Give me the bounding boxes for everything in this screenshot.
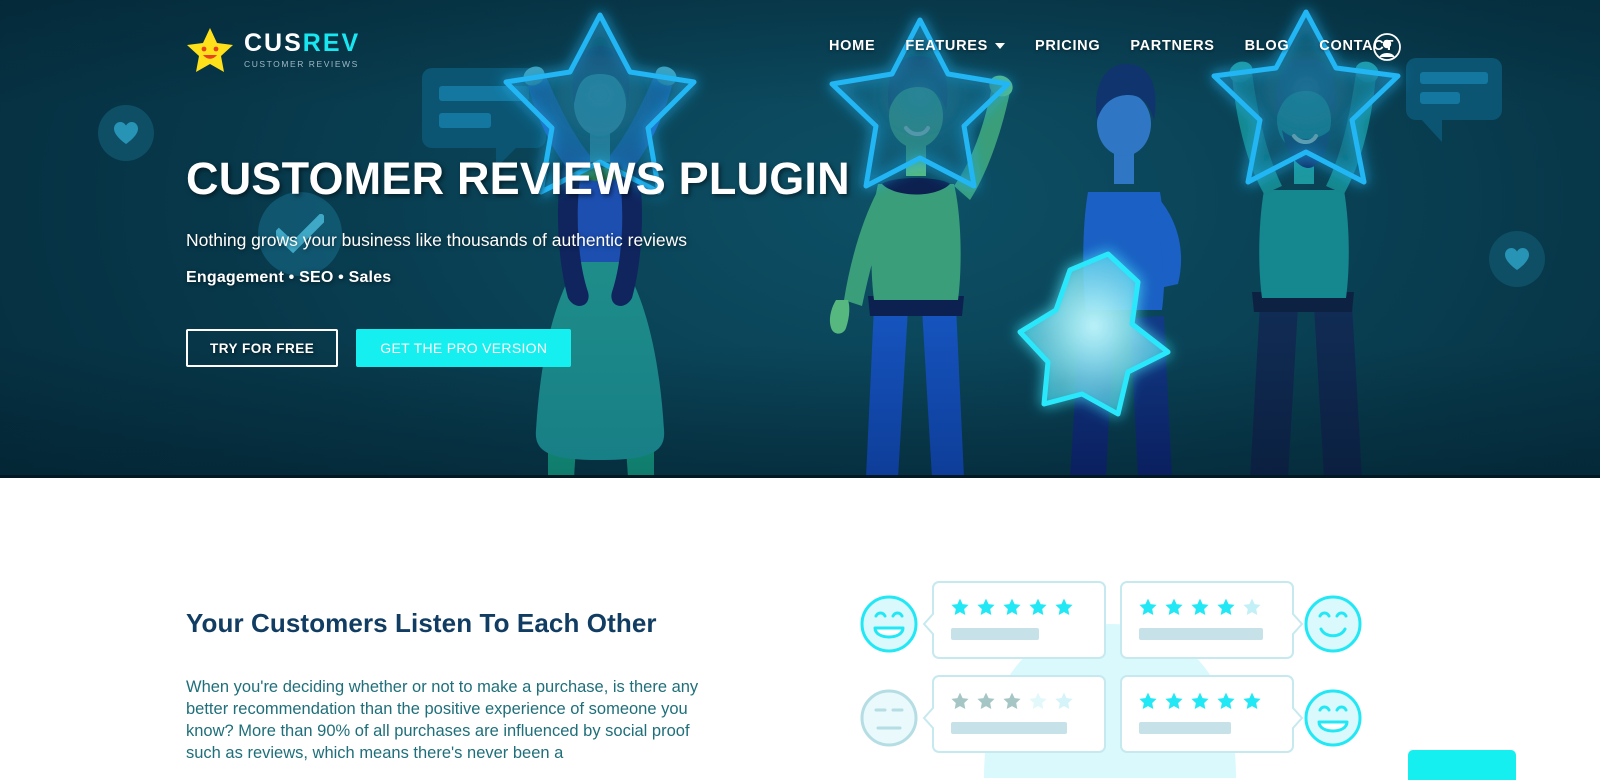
get-pro-version-button[interactable]: GET THE PRO VERSION bbox=[356, 329, 572, 368]
hero-copy: CUSTOMER REVIEWS PLUGIN Nothing grows yo… bbox=[186, 153, 850, 368]
nav-label: PARTNERS bbox=[1130, 38, 1215, 54]
nav-item-pricing[interactable]: PRICING bbox=[1035, 38, 1100, 54]
nav-item-home[interactable]: HOME bbox=[829, 38, 875, 54]
hero-section: CUSREV CUSTOMER REVIEWS HOME FEATURES PR… bbox=[0, 0, 1600, 478]
hero-divider bbox=[0, 475, 1600, 478]
chevron-down-icon bbox=[995, 43, 1005, 49]
heart-circle-left bbox=[98, 105, 154, 161]
reviews-illustration bbox=[845, 566, 1375, 778]
nav-item-partners[interactable]: PARTNERS bbox=[1130, 38, 1214, 54]
hero-title: CUSTOMER REVIEWS PLUGIN bbox=[186, 153, 850, 204]
floating-cta-button[interactable] bbox=[1408, 750, 1516, 780]
logo-tagline: CUSTOMER REVIEWS bbox=[244, 59, 359, 70]
review-card-bottom-left bbox=[922, 675, 1106, 753]
nav-label: FEATURES bbox=[905, 38, 988, 54]
review-text-placeholder bbox=[1139, 628, 1263, 640]
star-logo-icon bbox=[187, 28, 233, 72]
review-card-top-left bbox=[922, 581, 1106, 659]
hero-tagline: Engagement • SEO • Sales bbox=[186, 269, 392, 287]
nav-label: HOME bbox=[829, 38, 876, 54]
nav-item-features[interactable]: FEATURES bbox=[905, 38, 1005, 54]
review-card-top-right bbox=[1120, 581, 1304, 659]
review-text-placeholder bbox=[951, 628, 1039, 640]
user-account-icon bbox=[1373, 33, 1401, 61]
face-grin-top-left bbox=[860, 595, 918, 653]
hero-cta-group: TRY FOR FREE GET THE PRO VERSION bbox=[186, 329, 850, 368]
site-header: CUSREV CUSTOMER REVIEWS HOME FEATURES PR… bbox=[0, 0, 1600, 88]
review-card-bottom-right bbox=[1120, 675, 1304, 753]
nav-item-blog[interactable]: BLOG bbox=[1245, 38, 1290, 54]
face-neutral-bottom-left bbox=[860, 689, 918, 747]
nav-label: BLOG bbox=[1244, 38, 1290, 54]
try-for-free-button[interactable]: TRY FOR FREE bbox=[186, 329, 339, 368]
section-body: When you're deciding whether or not to m… bbox=[186, 678, 699, 762]
nav-label: PRICING bbox=[1035, 38, 1101, 54]
section-title: Your Customers Listen To Each Other bbox=[186, 608, 657, 638]
content-section: Your Customers Listen To Each Other When… bbox=[0, 478, 1600, 778]
main-navigation: HOME FEATURES PRICING PARTNERS BLOG CONT… bbox=[829, 38, 1394, 54]
review-text-placeholder bbox=[951, 722, 1067, 734]
section-text-block: Your Customers Listen To Each Other When… bbox=[186, 608, 716, 765]
logo-wordmark: CUSREV bbox=[244, 29, 361, 58]
face-grin-bottom-right bbox=[1304, 689, 1362, 747]
account-button[interactable] bbox=[1372, 32, 1402, 62]
hero-subtitle: Nothing grows your business like thousan… bbox=[186, 230, 687, 251]
face-smile-top-right bbox=[1304, 595, 1362, 653]
site-logo[interactable]: CUSREV CUSTOMER REVIEWS bbox=[186, 26, 360, 74]
heart-icon bbox=[114, 122, 138, 144]
review-text-placeholder bbox=[1139, 722, 1231, 734]
